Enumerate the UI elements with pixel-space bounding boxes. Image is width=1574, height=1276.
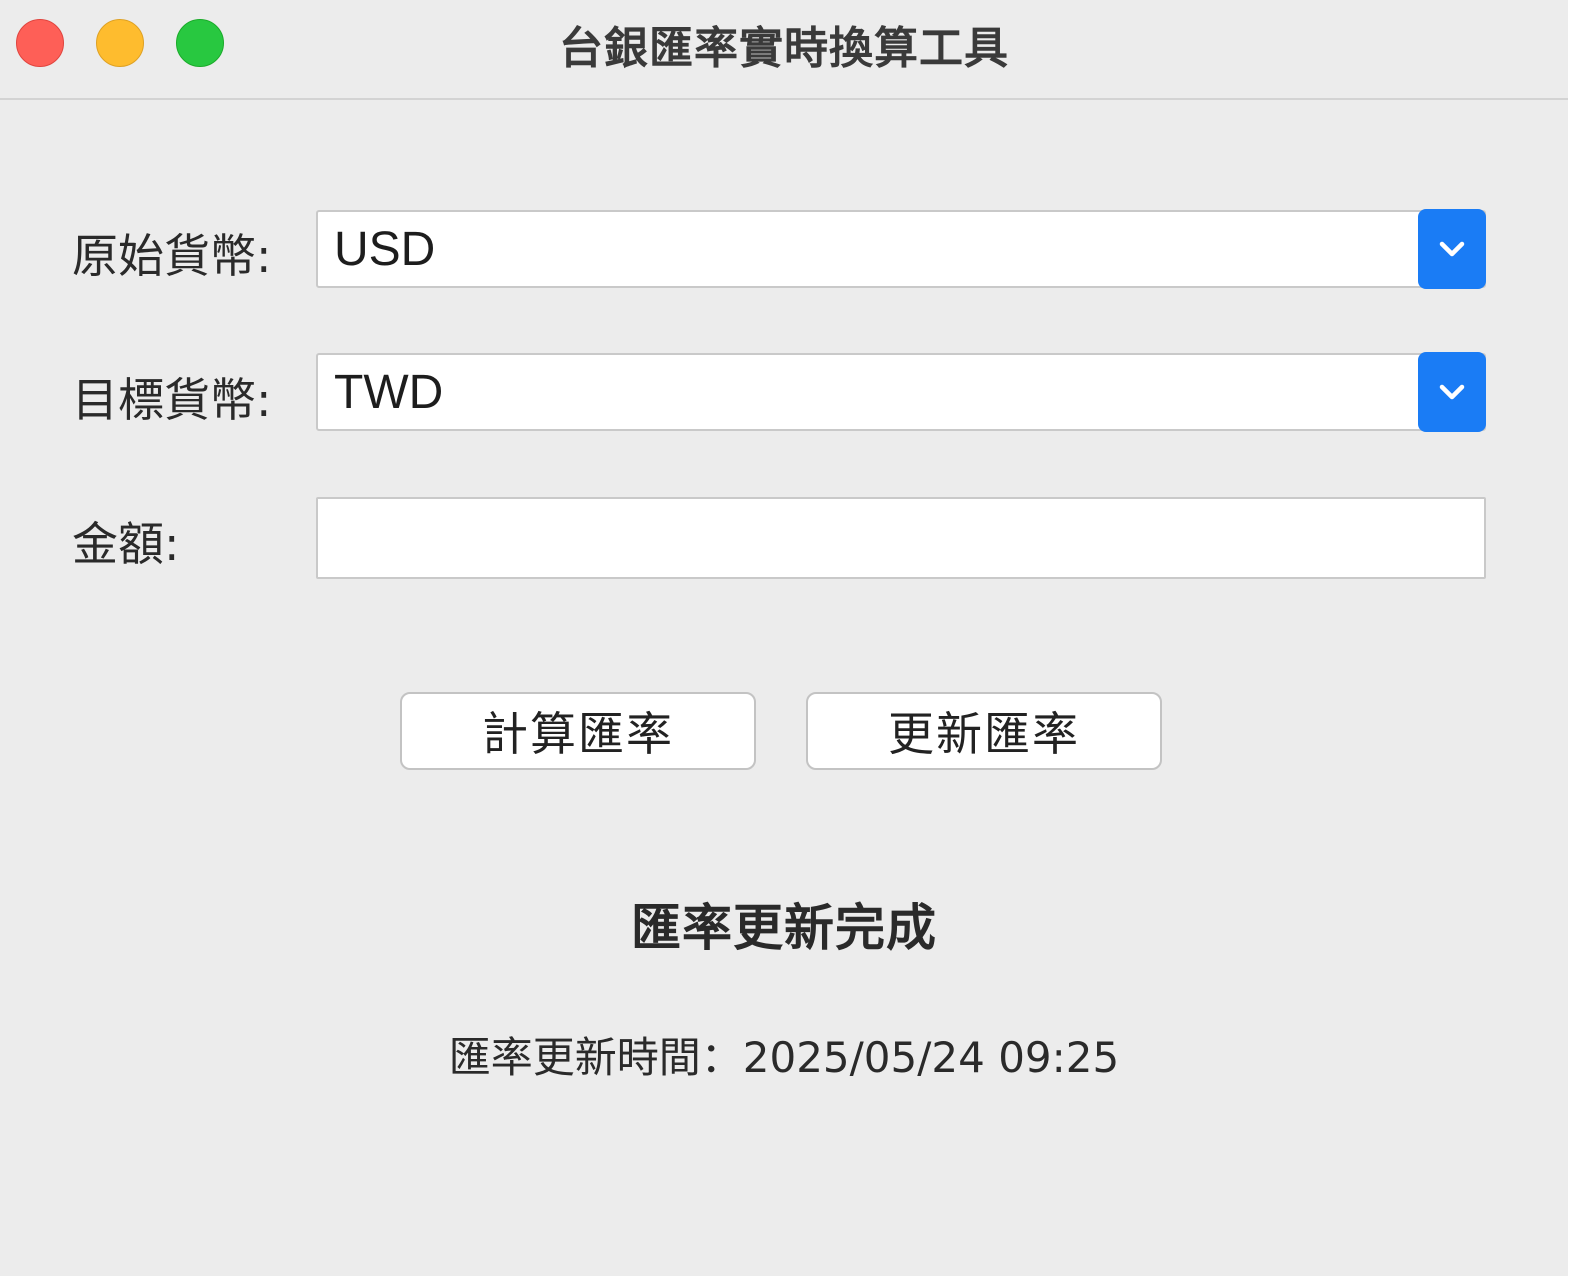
amount-input[interactable]: [316, 497, 1486, 579]
status-message: 匯率更新完成: [631, 899, 937, 957]
target-currency-select[interactable]: TWD: [316, 352, 1486, 432]
window-title: 台銀匯率實時換算工具: [559, 23, 1009, 74]
update-time-text: 匯率更新時間：2025/05/24 09:25: [448, 1033, 1120, 1082]
source-currency-label: 原始貨幣:: [72, 229, 272, 283]
update-rate-button[interactable]: 更新匯率: [806, 692, 1162, 770]
window-edge: [1568, 0, 1574, 1276]
target-currency-value: TWD: [334, 366, 444, 419]
amount-label: 金額:: [72, 517, 180, 571]
source-currency-value: USD: [334, 223, 436, 276]
target-currency-label: 目標貨幣:: [72, 373, 272, 427]
chevron-down-icon: [1439, 241, 1465, 257]
title-bar: 台銀匯率實時換算工具: [0, 0, 1568, 100]
calculate-rate-button[interactable]: 計算匯率: [400, 692, 756, 770]
target-currency-dropdown-button[interactable]: [1418, 352, 1486, 432]
app-window: 台銀匯率實時換算工具 原始貨幣: USD 目標貨幣: TWD 金額: 計算匯率 …: [0, 0, 1574, 1276]
source-currency-select[interactable]: USD: [316, 209, 1486, 289]
source-currency-dropdown-button[interactable]: [1418, 209, 1486, 289]
chevron-down-icon: [1439, 384, 1465, 400]
